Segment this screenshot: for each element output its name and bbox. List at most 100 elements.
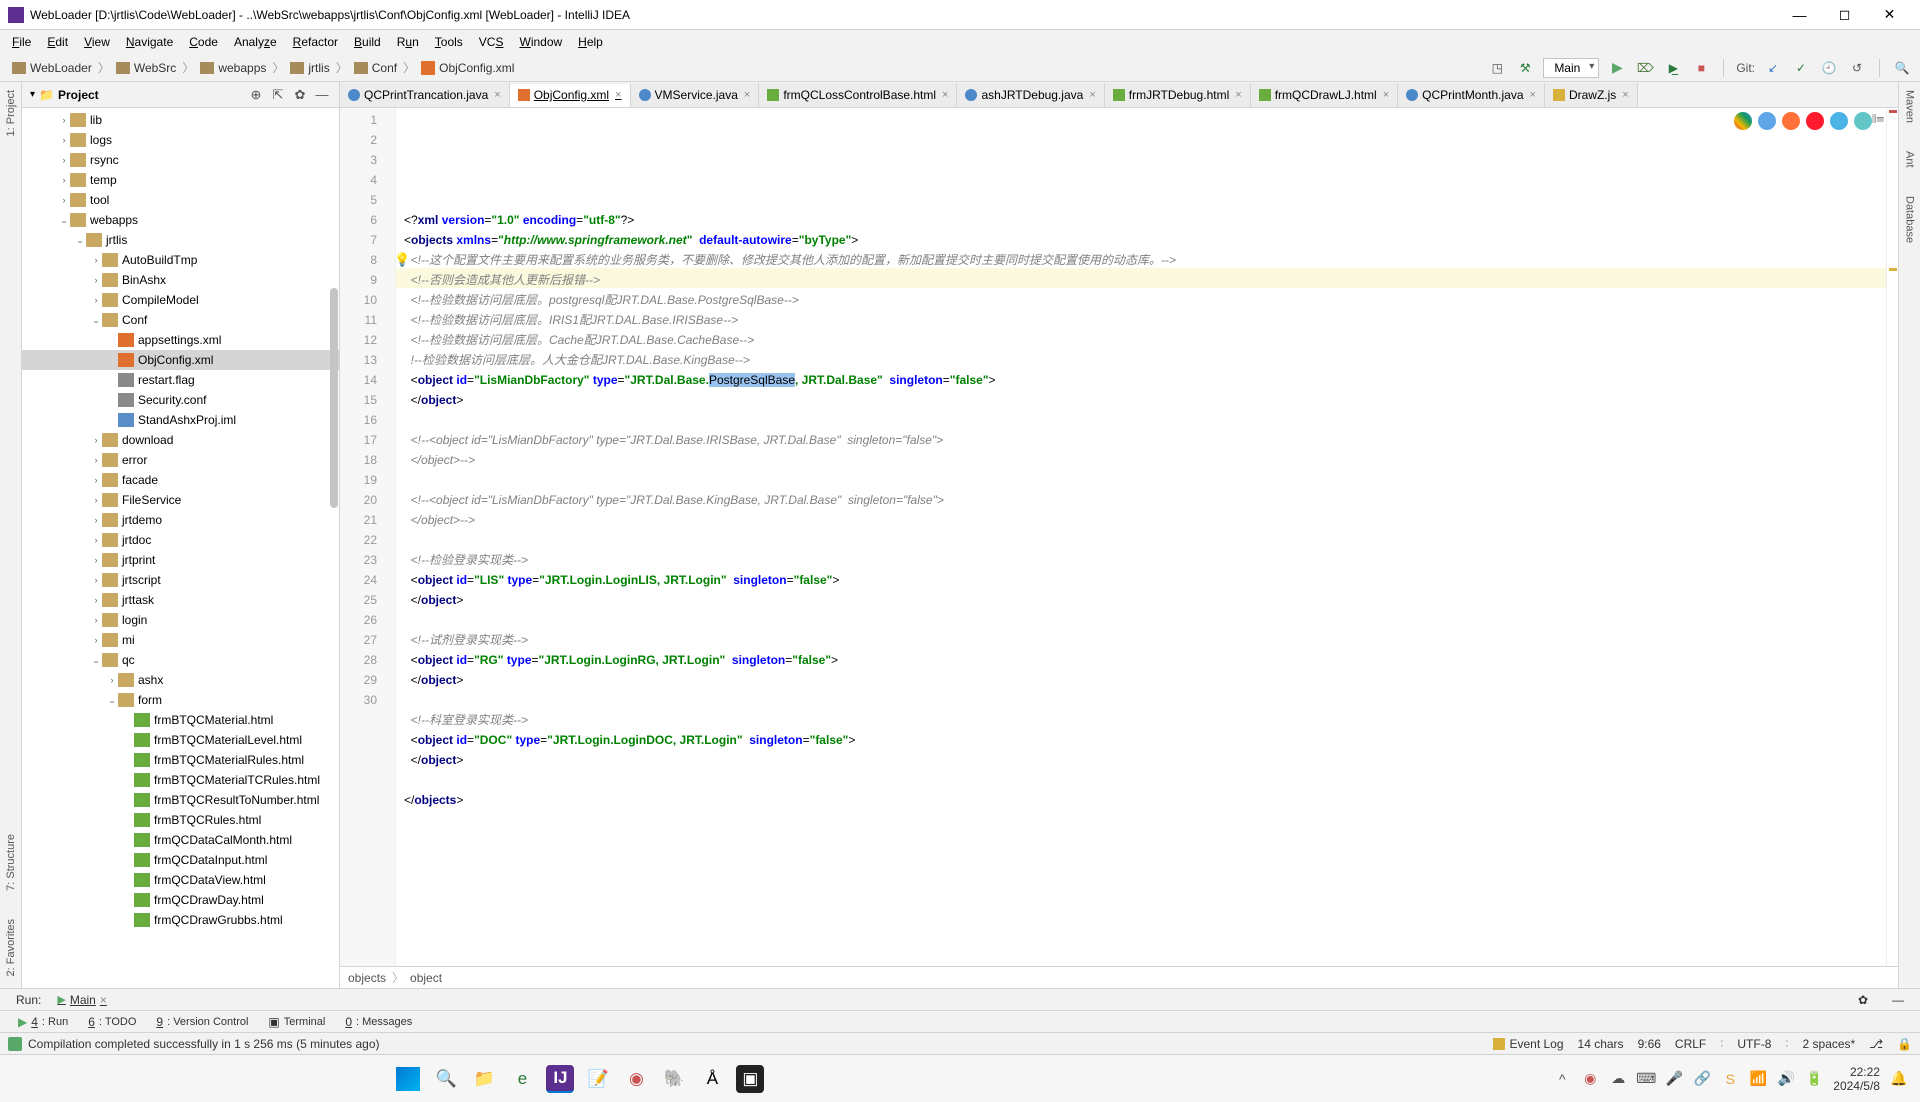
indent-setting[interactable]: 2 spaces* bbox=[1803, 1037, 1856, 1051]
tree-node-CompileModel[interactable]: ›CompileModel bbox=[22, 290, 339, 310]
tree-node-frmBTQCMaterialLevel-html[interactable]: frmBTQCMaterialLevel.html bbox=[22, 730, 339, 750]
taskbar-compass-icon[interactable]: Å bbox=[698, 1065, 726, 1093]
tree-arrow-icon[interactable]: › bbox=[58, 195, 70, 205]
tab-close-icon[interactable]: × bbox=[1089, 89, 1095, 101]
tree-node-appsettings-xml[interactable]: appsettings.xml bbox=[22, 330, 339, 350]
tree-node-frmQCDrawDay-html[interactable]: frmQCDrawDay.html bbox=[22, 890, 339, 910]
taskbar-explorer-icon[interactable]: 📁 bbox=[470, 1065, 498, 1093]
hide-icon[interactable]: — bbox=[313, 86, 331, 104]
tree-node-mi[interactable]: ›mi bbox=[22, 630, 339, 650]
tree-node-jrtscript[interactable]: ›jrtscript bbox=[22, 570, 339, 590]
tree-node-Security-conf[interactable]: Security.conf bbox=[22, 390, 339, 410]
tree-arrow-icon[interactable]: › bbox=[58, 155, 70, 165]
minimize-button[interactable]: — bbox=[1777, 0, 1822, 30]
search-icon[interactable]: 🔍 bbox=[1892, 58, 1912, 78]
editor-tab-frmJRTDebug-html[interactable]: frmJRTDebug.html× bbox=[1105, 83, 1251, 107]
breadcrumb-root[interactable]: WebLoader bbox=[30, 61, 92, 75]
tray-app2-icon[interactable]: S bbox=[1721, 1070, 1739, 1088]
tree-arrow-icon[interactable]: ⌄ bbox=[106, 695, 118, 706]
tree-scrollbar[interactable] bbox=[329, 108, 339, 988]
tree-node-jrttask[interactable]: ›jrttask bbox=[22, 590, 339, 610]
tree-arrow-icon[interactable]: › bbox=[90, 555, 102, 565]
taskbar-terminal-icon[interactable]: ▣ bbox=[736, 1065, 764, 1093]
menu-view[interactable]: View bbox=[76, 33, 118, 51]
breadcrumb-object[interactable]: object bbox=[410, 971, 442, 985]
tree-arrow-icon[interactable]: › bbox=[90, 455, 102, 465]
tree-node-Conf[interactable]: ⌄Conf bbox=[22, 310, 339, 330]
tree-node-ashx[interactable]: ›ashx bbox=[22, 670, 339, 690]
tray-link-icon[interactable]: 🔗 bbox=[1693, 1070, 1711, 1088]
tab-close-icon[interactable]: × bbox=[1383, 89, 1389, 101]
tool-tab-run[interactable]: ▶4: Run bbox=[8, 1015, 78, 1029]
tray-battery-icon[interactable]: 🔋 bbox=[1805, 1070, 1823, 1088]
tray-chevron-icon[interactable]: ^ bbox=[1553, 1070, 1571, 1088]
gutter-database[interactable]: Database bbox=[1904, 192, 1916, 247]
editor-tab-ashJRTDebug-java[interactable]: ashJRTDebug.java× bbox=[957, 83, 1104, 107]
tree-arrow-icon[interactable]: › bbox=[90, 435, 102, 445]
taskbar-search-icon[interactable]: 🔍 bbox=[432, 1065, 460, 1093]
tray-notifications-icon[interactable]: 🔔 bbox=[1890, 1070, 1908, 1088]
gutter-project[interactable]: 1: Project bbox=[5, 86, 17, 140]
breadcrumb-part[interactable]: Conf bbox=[372, 61, 397, 75]
run-coverage-button[interactable]: ▶̲ bbox=[1663, 58, 1683, 78]
tool-tab-messages[interactable]: 0: Messages bbox=[335, 1015, 422, 1029]
tree-arrow-icon[interactable]: ⌄ bbox=[58, 215, 70, 226]
breadcrumb-file[interactable]: ObjConfig.xml bbox=[439, 61, 514, 75]
editor-tab-QCPrintTrancation-java[interactable]: QCPrintTrancation.java× bbox=[340, 83, 510, 107]
soft-wrap-icon[interactable]: ⫼☰ bbox=[1872, 110, 1884, 130]
tree-node-jrtdoc[interactable]: ›jrtdoc bbox=[22, 530, 339, 550]
tree-arrow-icon[interactable]: › bbox=[90, 275, 102, 285]
warning-marker[interactable] bbox=[1889, 268, 1897, 271]
breadcrumb-part[interactable]: WebSrc bbox=[134, 61, 176, 75]
tree-node-ObjConfig-xml[interactable]: ObjConfig.xml bbox=[22, 350, 339, 370]
tree-arrow-icon[interactable]: ⌄ bbox=[90, 655, 102, 666]
menu-file[interactable]: File bbox=[4, 33, 39, 51]
tray-onedrive-icon[interactable]: ☁ bbox=[1609, 1070, 1627, 1088]
editor-tab-ObjConfig-xml[interactable]: ObjConfig.xml× bbox=[510, 84, 631, 108]
tree-arrow-icon[interactable]: › bbox=[90, 535, 102, 545]
vcs-commit-icon[interactable]: ✓ bbox=[1791, 58, 1811, 78]
select-opened-icon[interactable]: ⊕ bbox=[247, 86, 265, 104]
tree-arrow-icon[interactable]: ⌄ bbox=[90, 315, 102, 326]
line-ending[interactable]: CRLF bbox=[1675, 1037, 1706, 1051]
breadcrumb-objects[interactable]: objects bbox=[348, 971, 386, 985]
editor-breadcrumb[interactable]: objects 〉 object bbox=[340, 966, 1898, 988]
tree-node-frmBTQCRules-html[interactable]: frmBTQCRules.html bbox=[22, 810, 339, 830]
tree-node-frmQCDrawGrubbs-html[interactable]: frmQCDrawGrubbs.html bbox=[22, 910, 339, 930]
error-marker[interactable] bbox=[1889, 110, 1897, 113]
lock-icon[interactable]: 🔒 bbox=[1897, 1037, 1912, 1051]
breadcrumb-part[interactable]: jrtlis bbox=[308, 61, 329, 75]
tree-node-frmBTQCMaterialTCRules-html[interactable]: frmBTQCMaterialTCRules.html bbox=[22, 770, 339, 790]
tool-tab-version-control[interactable]: 9: Version Control bbox=[146, 1015, 258, 1029]
tree-arrow-icon[interactable]: › bbox=[58, 175, 70, 185]
tree-node-webapps[interactable]: ⌄webapps bbox=[22, 210, 339, 230]
tab-close-icon[interactable]: × bbox=[1622, 89, 1628, 101]
taskbar-app1-icon[interactable]: ◉ bbox=[622, 1065, 650, 1093]
tab-close-icon[interactable]: × bbox=[615, 89, 621, 101]
tree-arrow-icon[interactable]: › bbox=[90, 575, 102, 585]
tree-node-StandAshxProj-iml[interactable]: StandAshxProj.iml bbox=[22, 410, 339, 430]
menu-code[interactable]: Code bbox=[181, 33, 226, 51]
run-configuration-dropdown[interactable]: Main bbox=[1543, 58, 1599, 78]
project-header-label[interactable]: Project bbox=[58, 88, 243, 102]
run-settings-icon[interactable]: ✿ bbox=[1850, 993, 1876, 1007]
editor-tab-frmQCLossControlBase-html[interactable]: frmQCLossControlBase.html× bbox=[759, 83, 957, 107]
git-branch-icon[interactable]: ⎇ bbox=[1869, 1037, 1883, 1051]
firefox-icon[interactable] bbox=[1782, 112, 1800, 130]
tree-node-frmQCDataView-html[interactable]: frmQCDataView.html bbox=[22, 870, 339, 890]
tree-arrow-icon[interactable]: › bbox=[58, 135, 70, 145]
run-button[interactable]: ▶ bbox=[1607, 58, 1627, 78]
menu-build[interactable]: Build bbox=[346, 33, 389, 51]
breadcrumb[interactable]: WebLoader 〉WebSrc 〉webapps 〉jrtlis 〉Conf… bbox=[8, 59, 518, 76]
stop-button[interactable]: ■ bbox=[1691, 58, 1711, 78]
gutter-structure[interactable]: 7: Structure bbox=[5, 830, 17, 895]
tree-node-frmQCDataCalMonth-html[interactable]: frmQCDataCalMonth.html bbox=[22, 830, 339, 850]
run-config-tab[interactable]: ▶Main × bbox=[49, 993, 115, 1007]
tree-arrow-icon[interactable]: › bbox=[58, 115, 70, 125]
tree-arrow-icon[interactable]: › bbox=[90, 595, 102, 605]
tree-node-frmBTQCResultToNumber-html[interactable]: frmBTQCResultToNumber.html bbox=[22, 790, 339, 810]
vcs-history-icon[interactable]: 🕘 bbox=[1819, 58, 1839, 78]
edge-icon[interactable] bbox=[1854, 112, 1872, 130]
taskbar-notepad-icon[interactable]: 📝 bbox=[584, 1065, 612, 1093]
tree-arrow-icon[interactable]: › bbox=[90, 295, 102, 305]
